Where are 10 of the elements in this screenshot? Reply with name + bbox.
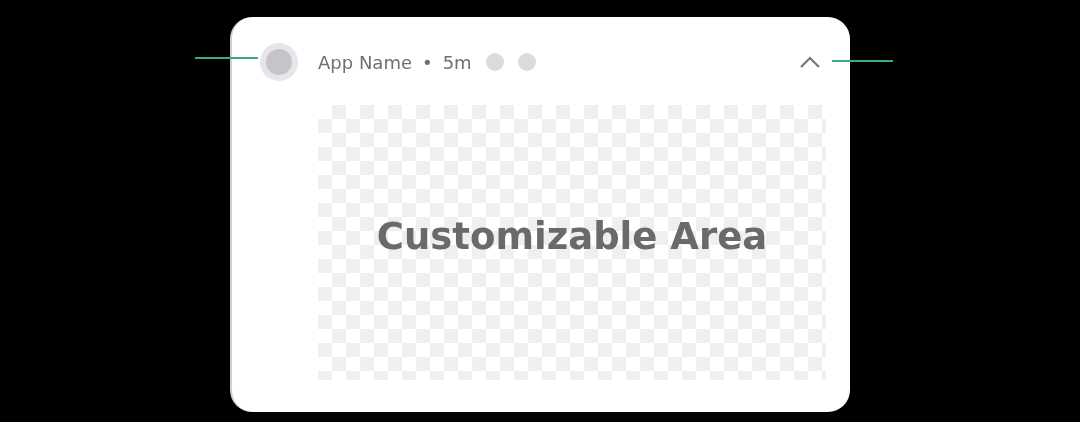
timestamp: 5m	[442, 51, 472, 73]
app-name: App Name	[318, 51, 412, 73]
leader-line	[195, 57, 258, 59]
status-dot-icon	[517, 53, 536, 71]
separator: •	[422, 51, 433, 73]
collapse-chevron-icon[interactable]	[798, 54, 822, 70]
leader-line	[832, 60, 893, 62]
app-icon	[260, 43, 298, 81]
status-dot-icon	[485, 53, 504, 71]
area-label: Customizable Area	[376, 215, 768, 258]
